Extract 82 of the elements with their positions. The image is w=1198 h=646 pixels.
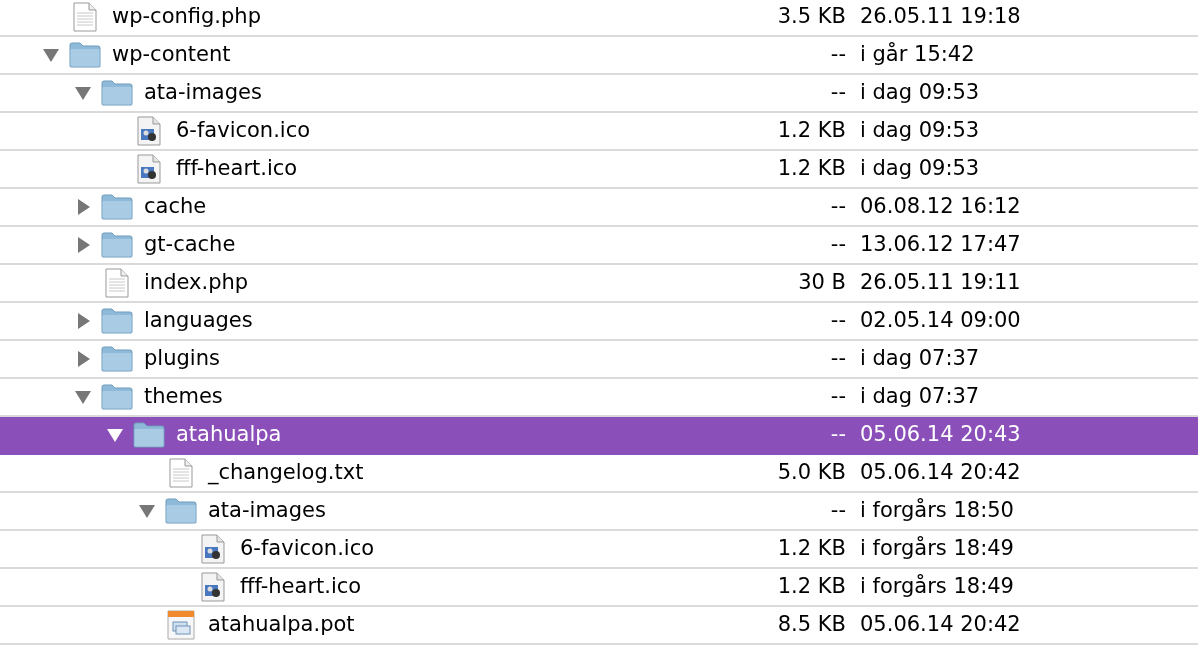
file-size: 1.2 KB xyxy=(776,535,846,563)
file-name: 6-favicon.ico xyxy=(240,535,375,563)
folder-icon xyxy=(101,308,133,334)
folder-icon xyxy=(101,346,133,372)
date-modified: 06.08.12 16:12 xyxy=(860,193,1021,221)
file-name: themes xyxy=(144,383,223,411)
file-name: wp-content xyxy=(112,41,231,69)
file-name: wp-config.php xyxy=(112,3,261,31)
file-name: ata-images xyxy=(208,497,326,525)
file-row[interactable]: atahualpa.pot 8.5 KB 05.06.14 20:42 xyxy=(0,607,1198,645)
date-modified: 02.05.14 09:00 xyxy=(860,307,1021,335)
expanded-triangle-icon[interactable] xyxy=(42,46,60,64)
document-icon xyxy=(73,2,97,32)
date-modified: 05.06.14 20:42 xyxy=(860,459,1021,487)
file-row[interactable]: fff-heart.ico 1.2 KB i dag 09:53 xyxy=(0,151,1198,189)
date-modified: i dag 07:37 xyxy=(860,383,980,411)
file-size: -- xyxy=(829,383,846,411)
file-name: atahualpa xyxy=(176,421,282,449)
folder-icon xyxy=(101,80,133,106)
file-size: 1.2 KB xyxy=(776,117,846,145)
file-size: -- xyxy=(829,345,846,373)
date-modified: 26.05.11 19:11 xyxy=(860,269,1021,297)
file-name: 6-favicon.ico xyxy=(176,117,311,145)
file-name: languages xyxy=(144,307,253,335)
date-modified: 05.06.14 20:43 xyxy=(860,421,1021,449)
file-size: 1.2 KB xyxy=(776,155,846,183)
folder-icon xyxy=(165,498,197,524)
folder-icon xyxy=(133,422,165,448)
file-name: index.php xyxy=(144,269,249,297)
file-row[interactable]: 6-favicon.ico 1.2 KB i forgårs 18:49 xyxy=(0,531,1198,569)
image-file-icon xyxy=(137,116,161,146)
image-file-icon xyxy=(201,534,225,564)
file-name: cache xyxy=(144,193,207,221)
date-modified: i dag 09:53 xyxy=(860,155,980,183)
image-file-icon xyxy=(201,572,225,602)
translation-file-icon xyxy=(167,610,195,640)
date-modified: 13.06.12 17:47 xyxy=(860,231,1021,259)
file-size: -- xyxy=(829,231,846,259)
file-size: 1.2 KB xyxy=(776,573,846,601)
image-file-icon xyxy=(137,154,161,184)
file-name: plugins xyxy=(144,345,220,373)
file-row[interactable]: wp-config.php 3.5 KB 26.05.11 19:18 xyxy=(0,0,1198,37)
file-name: gt-cache xyxy=(144,231,236,259)
file-size: 3.5 KB xyxy=(776,3,846,31)
file-name: atahualpa.pot xyxy=(208,611,355,639)
file-size: -- xyxy=(829,193,846,221)
date-modified: i dag 07:37 xyxy=(860,345,980,373)
folder-icon xyxy=(101,384,133,410)
date-modified: i forgårs 18:49 xyxy=(860,573,1014,601)
file-size: 30 B xyxy=(797,269,846,297)
date-modified: i dag 09:53 xyxy=(860,117,980,145)
expanded-triangle-icon[interactable] xyxy=(74,388,92,406)
folder-icon xyxy=(101,232,133,258)
expanded-triangle-icon[interactable] xyxy=(106,426,124,444)
file-size: 5.0 KB xyxy=(776,459,846,487)
file-row[interactable]: index.php 30 B 26.05.11 19:11 xyxy=(0,265,1198,303)
file-row[interactable]: _changelog.txt 5.0 KB 05.06.14 20:42 xyxy=(0,455,1198,493)
file-name: fff-heart.ico xyxy=(240,573,362,601)
file-size: -- xyxy=(829,41,846,69)
file-row[interactable]: 6-favicon.ico 1.2 KB i dag 09:53 xyxy=(0,113,1198,151)
expanded-triangle-icon[interactable] xyxy=(74,84,92,102)
document-icon xyxy=(169,458,193,488)
date-modified: i går 15:42 xyxy=(860,41,975,69)
date-modified: i dag 09:53 xyxy=(860,79,980,107)
expanded-triangle-icon[interactable] xyxy=(138,502,156,520)
date-modified: 26.05.11 19:18 xyxy=(860,3,1021,31)
file-name: ata-images xyxy=(144,79,262,107)
file-row[interactable]: atahualpa -- 05.06.14 20:43 xyxy=(0,417,1198,455)
file-row[interactable]: fff-heart.ico 1.2 KB i forgårs 18:49 xyxy=(0,569,1198,607)
date-modified: i forgårs 18:50 xyxy=(860,497,1014,525)
file-name: _changelog.txt xyxy=(208,459,364,487)
file-name: fff-heart.ico xyxy=(176,155,298,183)
folder-icon xyxy=(69,42,101,68)
file-size: -- xyxy=(829,497,846,525)
date-modified: i forgårs 18:49 xyxy=(860,535,1014,563)
file-size: -- xyxy=(829,79,846,107)
file-size: 8.5 KB xyxy=(776,611,846,639)
date-modified: 05.06.14 20:42 xyxy=(860,611,1021,639)
file-size: -- xyxy=(829,307,846,335)
document-icon xyxy=(105,268,129,298)
folder-icon xyxy=(101,194,133,220)
file-size: -- xyxy=(829,421,846,449)
